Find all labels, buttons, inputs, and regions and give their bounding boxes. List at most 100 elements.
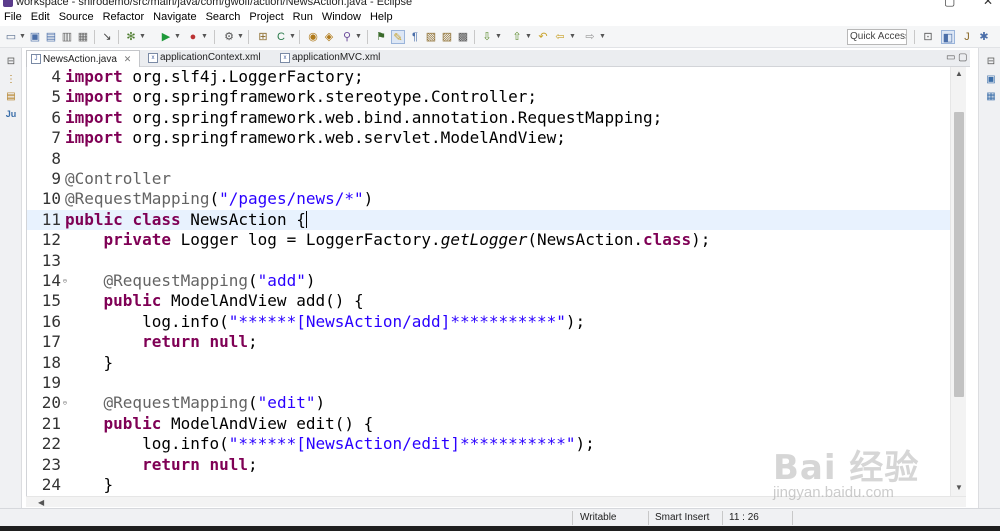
java-perspective-icon[interactable]: J — [960, 30, 974, 44]
server-dropdown-icon[interactable]: ▼ — [237, 32, 244, 42]
new-java-package-icon[interactable]: ⊞ — [256, 30, 270, 44]
scroll-left-icon[interactable]: ◀ — [38, 498, 44, 507]
line-code: log.info("******[NewsAction/add]********… — [65, 311, 586, 331]
show-source-icon[interactable]: ▨ — [440, 30, 454, 44]
line-code: @RequestMapping("add") — [103, 271, 316, 290]
menu-file[interactable]: File — [4, 10, 22, 25]
search-dropdown-icon[interactable]: ▼ — [355, 32, 362, 42]
new-dropdown-icon[interactable]: ▼ — [19, 32, 26, 42]
code-line-current: 11 public class NewsAction { — [27, 209, 952, 231]
keyword-token: public — [103, 291, 162, 311]
fold-collapse-icon[interactable]: ⊖ — [63, 277, 67, 285]
line-number: 22 — [41, 434, 61, 454]
menu-navigate[interactable]: Navigate — [153, 10, 196, 25]
save-icon[interactable]: ▣ — [28, 30, 42, 44]
menu-project[interactable]: Project — [249, 10, 283, 25]
open-perspective-icon[interactable]: ⊡ — [921, 30, 935, 44]
line-code: private Logger log = LoggerFactory.getLo… — [103, 230, 711, 250]
keyword-token: null — [209, 454, 249, 474]
server-icon[interactable]: ⚙ — [222, 30, 236, 44]
keyword-token: return — [142, 454, 200, 474]
main-toolbar: ▭ ▼ ▣ ▤ ▥ ▦ ↘ ✻ ▼ ▶ ▼ ● ▼ ⚙ ▼ ⊞ C ▼ ◉ ◈ … — [0, 26, 1000, 48]
minimize-editor-icon[interactable]: ▭ — [946, 52, 955, 64]
vertical-scrollbar[interactable]: ▲ ▼ — [950, 67, 966, 497]
back-icon[interactable]: ⇦ — [553, 30, 567, 44]
debug-perspective-icon[interactable]: ✱ — [977, 30, 991, 44]
line-code: } — [65, 352, 114, 372]
properties-icon[interactable]: ▦ — [76, 30, 90, 44]
tab-applicationmvc-xml[interactable]: x applicationMVC.xml — [276, 50, 406, 67]
close-icon[interactable]: ✕ — [983, 0, 993, 8]
code-editor[interactable]: 4 import org.slf4j.LoggerFactory; 5 import… — [26, 67, 970, 507]
status-bar: Writable Smart Insert 11 : 26 — [0, 508, 1000, 526]
java-ee-perspective-icon[interactable]: ◧ — [941, 30, 955, 44]
previous-annotation-icon[interactable]: ⇧ — [510, 30, 524, 44]
maximize-editor-icon[interactable]: ▢ — [958, 52, 967, 64]
block-selection-icon[interactable]: ▧ — [424, 30, 438, 44]
open-type-icon[interactable]: ◉ — [306, 30, 320, 44]
external-tools-dropdown-icon[interactable]: ▼ — [201, 32, 208, 42]
line-number: 15 — [41, 291, 61, 311]
fold-collapse-icon[interactable]: ⊖ — [63, 399, 67, 407]
menu-refactor[interactable]: Refactor — [103, 10, 145, 25]
scroll-down-icon[interactable]: ▼ — [955, 483, 963, 493]
hierarchy-view-icon[interactable]: ⋮ — [5, 74, 17, 86]
tab-applicationcontext-xml[interactable]: x applicationContext.xml — [144, 50, 280, 67]
toggle-mark-occurrences-icon[interactable]: ⚑ — [374, 30, 388, 44]
task-list-icon[interactable]: ▦ — [985, 91, 997, 103]
package-explorer-icon[interactable]: ▤ — [5, 91, 17, 103]
restore-view-icon[interactable]: ⊟ — [5, 56, 17, 68]
line-code: public class NewsAction { — [65, 209, 307, 229]
line-code: @RequestMapping("edit") — [103, 393, 326, 413]
new-class-dropdown-icon[interactable]: ▼ — [289, 32, 296, 42]
new-java-class-icon[interactable]: C — [274, 30, 288, 44]
horizontal-scrollbar[interactable]: ◀ — [26, 496, 966, 507]
show-whitespace-icon[interactable]: ¶ — [408, 30, 422, 44]
menu-window[interactable]: Window — [322, 10, 361, 25]
menu-run[interactable]: Run — [293, 10, 313, 25]
forward-icon[interactable]: ⇨ — [583, 30, 597, 44]
debug-icon[interactable]: ✻ — [124, 30, 138, 44]
back-dropdown-icon[interactable]: ▼ — [569, 32, 576, 42]
print-icon[interactable]: ▥ — [60, 30, 74, 44]
debug-dropdown-icon[interactable]: ▼ — [139, 32, 146, 42]
line-code: } — [65, 475, 114, 494]
outline-view-icon[interactable]: ▣ — [985, 74, 997, 86]
next-annotation-dropdown-icon[interactable]: ▼ — [495, 32, 502, 42]
previous-annotation-dropdown-icon[interactable]: ▼ — [525, 32, 532, 42]
next-annotation-icon[interactable]: ⇩ — [480, 30, 494, 44]
scroll-up-icon[interactable]: ▲ — [955, 69, 963, 79]
restore-view-icon[interactable]: ⊟ — [985, 56, 997, 68]
menu-source[interactable]: Source — [59, 10, 94, 25]
last-edit-location-icon[interactable]: ↶ — [536, 30, 550, 44]
menu-edit[interactable]: Edit — [31, 10, 50, 25]
forward-dropdown-icon[interactable]: ▼ — [599, 32, 606, 42]
tab-newsaction-java[interactable]: J NewsAction.java ✕ — [26, 50, 140, 67]
word-wrap-icon[interactable]: ▩ — [456, 30, 470, 44]
menu-search[interactable]: Search — [206, 10, 241, 25]
line-number: 7 — [51, 128, 61, 148]
junit-view-icon[interactable]: Ju — [5, 108, 17, 120]
run-icon[interactable]: ▶ — [159, 30, 173, 44]
restore-icon[interactable]: ▢ — [944, 0, 955, 8]
line-number: 4 — [51, 67, 61, 86]
quick-access-input[interactable]: Quick Access — [847, 29, 907, 45]
keyword-token: public — [103, 413, 162, 433]
code-line: 14 ⊖ @RequestMapping("add") — [27, 271, 952, 291]
eclipse-icon — [3, 0, 13, 7]
code-line: 20 ⊖ @RequestMapping("edit") — [27, 393, 952, 413]
static-method-token: getLogger — [440, 230, 528, 250]
external-tools-icon[interactable]: ● — [186, 30, 200, 44]
code-line: 21 public ModelAndView edit() { — [27, 414, 952, 434]
save-all-icon[interactable]: ▤ — [44, 30, 58, 44]
search-icon[interactable]: ⚲ — [340, 30, 354, 44]
new-icon[interactable]: ▭ — [4, 30, 18, 44]
menu-help[interactable]: Help — [370, 10, 393, 25]
xml-file-icon: x — [148, 53, 158, 63]
skip-breakpoints-icon[interactable]: ↘ — [100, 30, 114, 44]
scrollbar-thumb[interactable] — [954, 112, 964, 397]
close-tab-icon[interactable]: ✕ — [124, 54, 132, 64]
toggle-highlight-icon[interactable]: ✎ — [391, 30, 405, 44]
run-dropdown-icon[interactable]: ▼ — [174, 32, 181, 42]
open-task-icon[interactable]: ◈ — [322, 30, 336, 44]
